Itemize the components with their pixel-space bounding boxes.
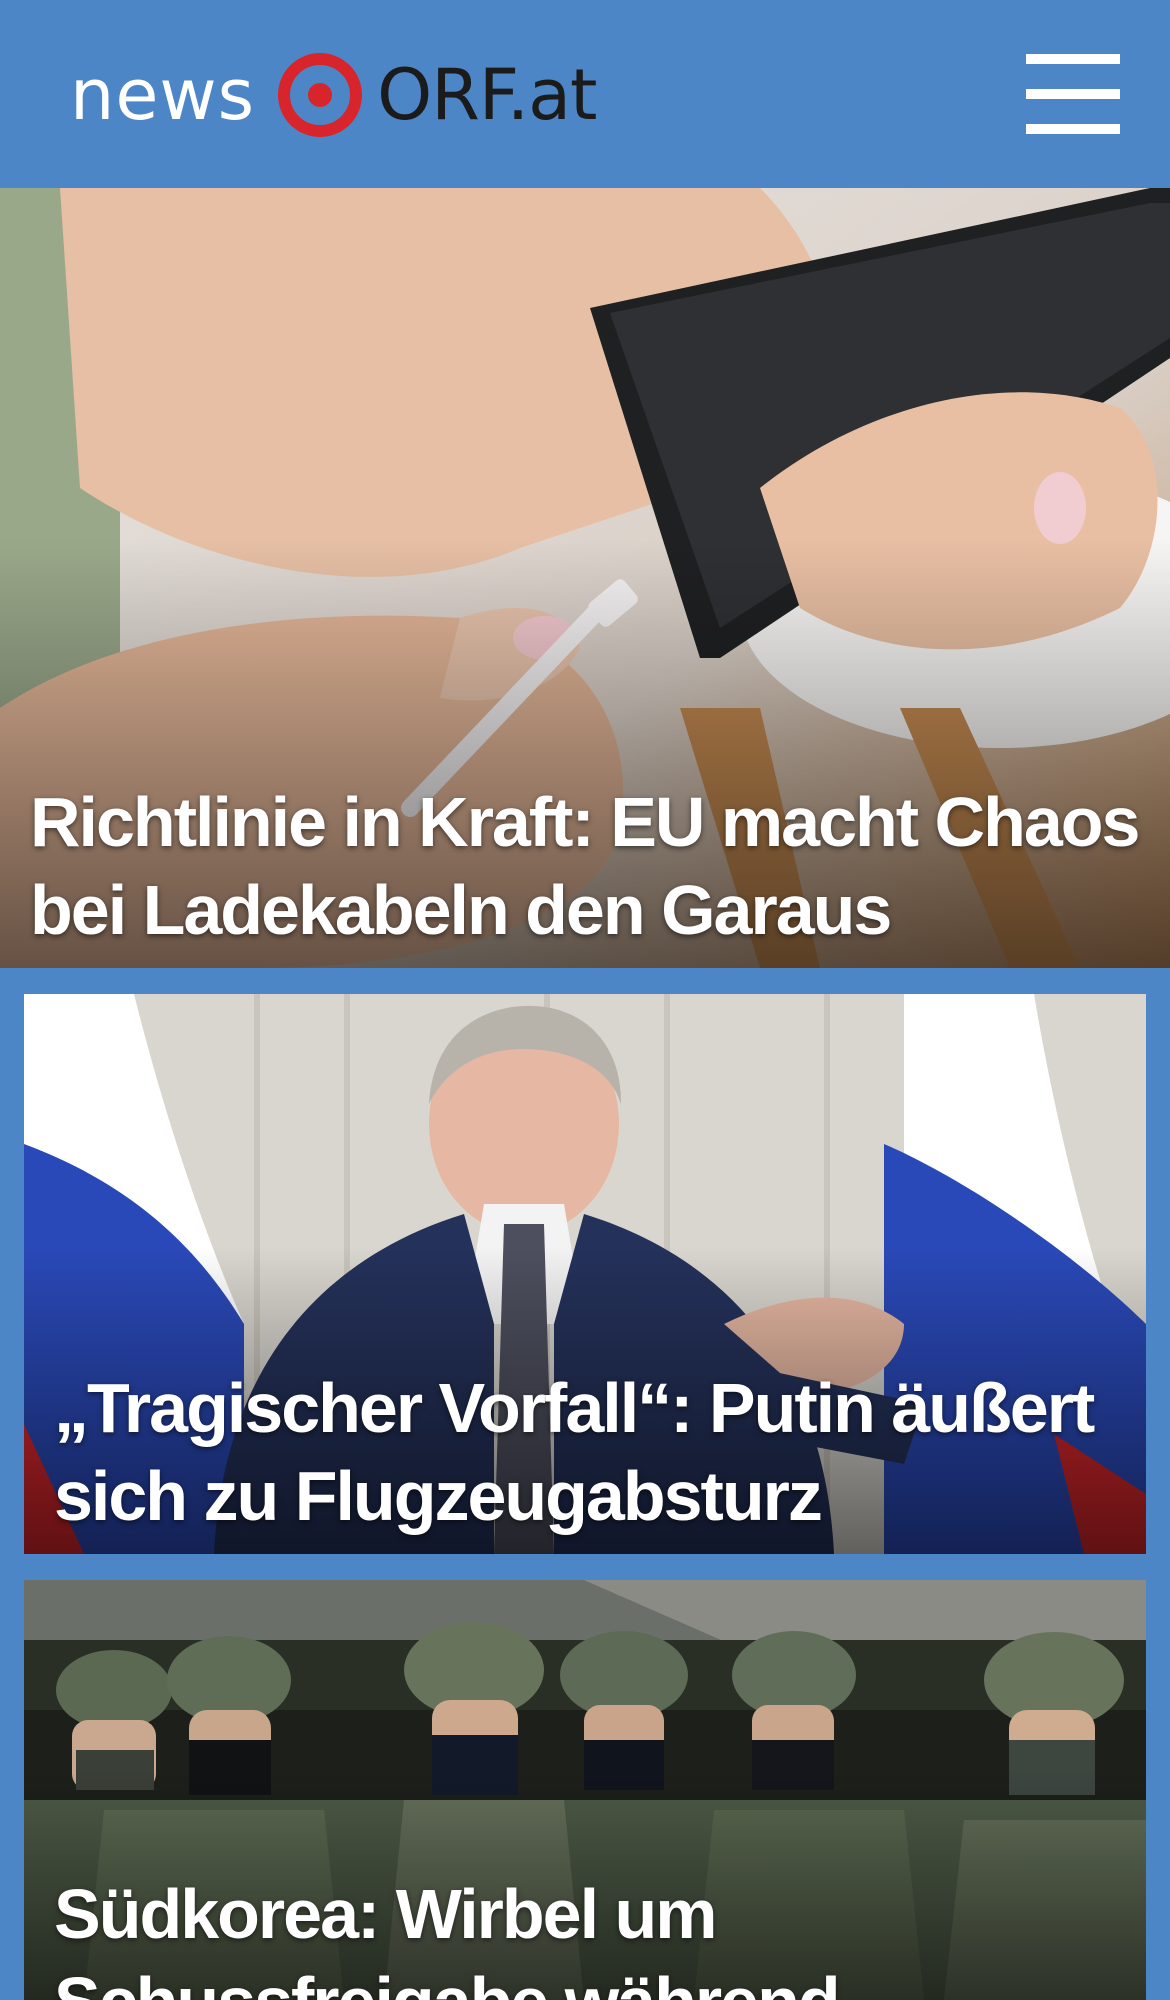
- article-headline[interactable]: Südkorea: Wirbel um Schussfreigabe währe…: [54, 1870, 1114, 2000]
- logo-orf-text: ORF.at: [377, 54, 597, 136]
- article-card-suedkorea[interactable]: Südkorea: Wirbel um Schussfreigabe währe…: [24, 1580, 1146, 2000]
- app-header: news ORF.at: [0, 0, 1170, 188]
- news-orf-logo[interactable]: news ORF.at: [70, 50, 598, 140]
- article-card-ladekabel[interactable]: Richtlinie in Kraft: EU macht Chaos bei …: [0, 188, 1170, 968]
- article-headline[interactable]: Richtlinie in Kraft: EU macht Chaos bei …: [30, 778, 1140, 954]
- article-card-putin[interactable]: „Tragischer Vorfall“: Putin äußert sich …: [24, 994, 1146, 1554]
- logo-news-text: news: [70, 54, 256, 136]
- hamburger-menu-icon[interactable]: [1024, 52, 1124, 136]
- orf-eye-icon: [278, 53, 363, 137]
- article-headline[interactable]: „Tragischer Vorfall“: Putin äußert sich …: [54, 1364, 1114, 1540]
